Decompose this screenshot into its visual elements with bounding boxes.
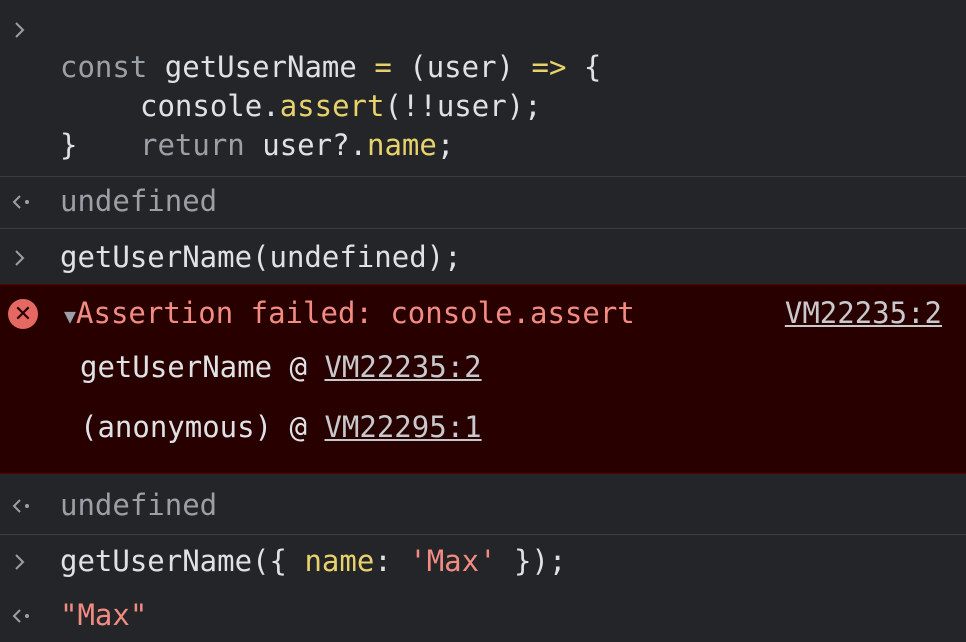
error-icon: ✕ (8, 299, 38, 329)
input-prompt-icon (8, 550, 38, 574)
separator (0, 176, 966, 177)
code-line-4: } (60, 128, 78, 162)
stack-frame-link[interactable]: VM22295:1 (324, 410, 481, 444)
code-line: getUserName({ name: 'Max' }); (60, 544, 567, 578)
result-value: undefined (60, 184, 218, 218)
expand-triangle-icon[interactable]: ▼ (64, 304, 76, 328)
console-input-entry-2: getUserName(undefined); (0, 232, 966, 282)
console-result-3: "Max" (0, 594, 966, 638)
stack-frame: getUserName @ VM22235:2 (80, 350, 482, 384)
separator (0, 228, 966, 229)
input-prompt-icon (8, 246, 38, 270)
console-result-1: undefined (0, 180, 966, 224)
return-arrow-icon (8, 604, 38, 628)
console-input-entry-3: getUserName({ name: 'Max' }); (0, 538, 966, 588)
console-input-entry-1: const getUserName = (user) => { console.… (0, 0, 966, 170)
console-result-2: undefined (0, 484, 966, 528)
stack-frame: (anonymous) @ VM22295:1 (80, 410, 482, 444)
code-line: getUserName(undefined); (60, 240, 462, 274)
error-source-link[interactable]: VM22235:2 (785, 293, 942, 333)
return-arrow-icon (8, 190, 38, 214)
result-value: "Max" (60, 598, 148, 632)
input-prompt-icon (8, 18, 38, 42)
separator (0, 534, 966, 535)
code-line-3: return user?.name; (140, 128, 455, 162)
error-message[interactable]: ▼Assertion failed: console.assert (64, 293, 635, 336)
result-value: undefined (60, 488, 218, 522)
return-arrow-icon (8, 494, 38, 518)
error-message-block: ✕ ▼Assertion failed: console.assert VM22… (0, 284, 966, 474)
stack-frame-link[interactable]: VM22235:2 (324, 350, 481, 384)
